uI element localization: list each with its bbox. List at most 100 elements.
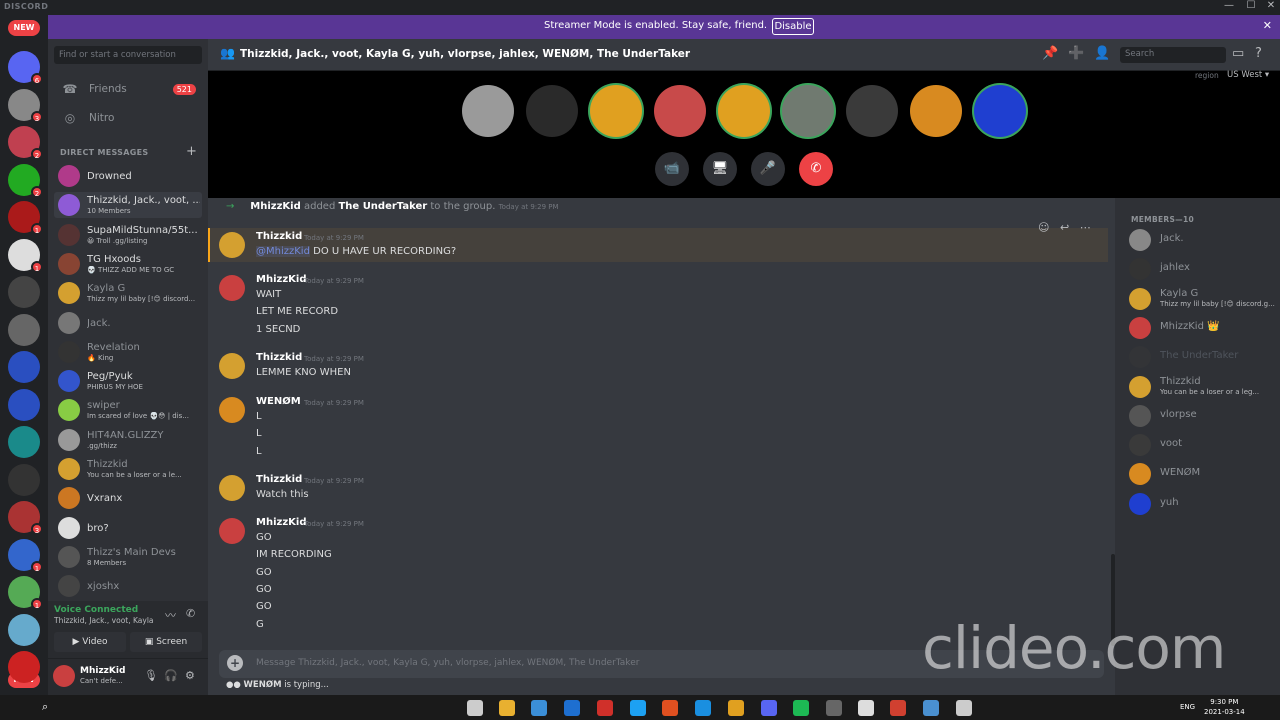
dm-item[interactable]: Jack.	[54, 310, 202, 336]
screen-share-button[interactable]: ▣ Screen	[130, 632, 202, 652]
member-item[interactable]: WENØM	[1129, 461, 1277, 487]
server-icon[interactable]	[8, 313, 40, 346]
clock[interactable]: 9:30 PM 2021-03-14	[1204, 697, 1245, 717]
end-call-button[interactable]: ✆	[799, 152, 833, 186]
call-participant-avatar[interactable]	[782, 85, 834, 137]
server-icon[interactable]: 1	[8, 201, 43, 235]
taskbar-app-icon[interactable]	[467, 700, 483, 716]
server-icon[interactable]	[8, 463, 40, 496]
taskbar-app-icon[interactable]	[499, 700, 515, 716]
dm-item[interactable]: Drowned	[54, 163, 202, 189]
user-mention[interactable]: @MhizzKid	[256, 246, 310, 257]
reply-icon[interactable]: ↩	[1060, 221, 1069, 234]
dm-item[interactable]: Thizzkid You can be a loser or a le...	[54, 456, 202, 482]
region-select[interactable]: US West ▾	[1227, 70, 1269, 80]
more-icon[interactable]: ⋯	[1080, 221, 1091, 234]
message-author[interactable]: Thizzkid	[256, 231, 302, 242]
dm-item[interactable]: SupaMildStunna/55t... 😀 Troll .gg/listing	[54, 222, 202, 248]
video-button[interactable]: ▶ Video	[54, 632, 126, 652]
member-item[interactable]: The UnderTaker	[1129, 344, 1277, 370]
server-icon[interactable]: 3	[8, 88, 43, 123]
language-indicator[interactable]: ENG	[1180, 703, 1195, 711]
create-dm-icon[interactable]: +	[186, 144, 197, 159]
taskbar-app-icon[interactable]	[597, 700, 613, 716]
member-list-icon[interactable]: 👤	[1094, 46, 1110, 61]
call-participant-avatar[interactable]	[526, 85, 578, 137]
taskbar-app-icon[interactable]	[761, 700, 777, 716]
dm-item[interactable]: Kayla G Thizz my lil baby [!😊 discord...	[54, 280, 202, 306]
taskbar-app-icon[interactable]	[890, 700, 906, 716]
taskbar-app-icon[interactable]	[728, 700, 744, 716]
member-item[interactable]: jahlex	[1129, 256, 1277, 282]
taskbar-app-icon[interactable]	[923, 700, 939, 716]
taskbar-app-icon[interactable]	[695, 700, 711, 716]
server-icon[interactable]: 3	[8, 501, 43, 535]
server-icon[interactable]	[8, 426, 40, 458]
server-icon[interactable]: 6	[8, 51, 43, 85]
attach-icon[interactable]: +	[227, 655, 243, 671]
add-reaction-icon[interactable]: ☺	[1038, 221, 1049, 234]
taskbar-app-icon[interactable]	[793, 700, 809, 716]
call-participant-avatar[interactable]	[462, 85, 514, 137]
friends-nav[interactable]: ☎ Friends 521	[56, 77, 200, 103]
new-unreads-pill[interactable]: NEW	[8, 20, 40, 36]
message-author[interactable]: MhizzKid	[256, 274, 306, 285]
dm-item[interactable]: swiper Im scared of love 💀😳 | dis...	[54, 397, 202, 423]
dm-item[interactable]: Vxranx	[54, 485, 202, 511]
nitro-nav[interactable]: ◎ Nitro	[56, 106, 200, 132]
server-icon[interactable]	[8, 613, 40, 646]
minimize-button[interactable]: —	[1218, 0, 1240, 11]
find-conversation-input[interactable]: Find or start a conversation	[54, 46, 202, 64]
member-item[interactable]: Kayla G Thizz my lil baby [!😊 discord.g..…	[1129, 286, 1277, 312]
member-item[interactable]: MhizzKid 👑	[1129, 315, 1277, 341]
member-item[interactable]: Jack.	[1129, 227, 1277, 253]
camera-button[interactable]: 📹	[655, 152, 689, 186]
microphone-icon[interactable]: 🎙	[144, 669, 158, 682]
help-icon[interactable]: ?	[1255, 46, 1262, 61]
call-participant-avatar[interactable]	[910, 85, 962, 137]
avatar[interactable]	[219, 232, 245, 258]
noise-suppression-icon[interactable]: 〰	[165, 607, 176, 623]
member-item[interactable]: Thizzkid You can be a loser or a leg...	[1129, 374, 1277, 400]
dm-item[interactable]: Peg/Pyuk PHIRUS MY HOE	[54, 368, 202, 394]
server-icon[interactable]: 2	[8, 163, 43, 198]
mute-button[interactable]: 🎤	[751, 152, 785, 186]
server-icon[interactable]	[8, 276, 40, 308]
taskbar-app-icon[interactable]	[630, 700, 646, 716]
search-input[interactable]: Search	[1120, 47, 1226, 63]
taskbar-app-icon[interactable]	[531, 700, 547, 716]
server-icon[interactable]: 1	[8, 238, 43, 273]
gear-icon[interactable]: ⚙	[185, 669, 195, 682]
inbox-icon[interactable]: ▭	[1232, 46, 1244, 61]
system-actor[interactable]: MhizzKid	[250, 201, 300, 212]
close-icon[interactable]: ✕	[1263, 19, 1272, 32]
server-icon[interactable]	[8, 388, 40, 421]
message-author[interactable]: Thizzkid	[256, 474, 302, 485]
message-author[interactable]: WENØM	[256, 396, 301, 407]
call-participant-avatar[interactable]	[974, 85, 1026, 137]
dm-item[interactable]: Thizz's Main Devs 8 Members	[54, 544, 202, 570]
disconnect-icon[interactable]: ✆	[186, 607, 195, 620]
server-icon[interactable]	[8, 351, 40, 383]
taskbar-app-icon[interactable]	[956, 700, 972, 716]
taskbar-app-icon[interactable]	[662, 700, 678, 716]
taskbar-app-icon[interactable]	[826, 700, 842, 716]
dm-item[interactable]: Thizzkid, Jack., voot, ... 10 Members	[54, 192, 202, 219]
avatar[interactable]	[219, 353, 245, 379]
dm-item[interactable]: xjoshx	[54, 573, 202, 599]
system-target[interactable]: The UnderTaker	[338, 201, 427, 212]
avatar[interactable]	[219, 475, 245, 501]
server-icon[interactable]	[8, 651, 40, 683]
server-icon[interactable]: 1	[8, 576, 43, 610]
screen-share-call-button[interactable]: 🖥	[703, 152, 737, 186]
dm-item[interactable]: HIT4AN.GLIZZY .gg/thizz	[54, 427, 202, 453]
message-author[interactable]: Thizzkid	[256, 352, 302, 363]
maximize-button[interactable]: ☐	[1240, 0, 1262, 11]
pin-icon[interactable]: 📌	[1042, 46, 1058, 61]
headphones-icon[interactable]: 🎧	[164, 669, 178, 682]
member-item[interactable]: voot	[1129, 432, 1277, 458]
disable-streamer-mode-button[interactable]: Disable	[772, 18, 814, 35]
dm-item[interactable]: Revelation 🔥 King	[54, 339, 202, 365]
message-input[interactable]: Message Thizzkid, Jack., voot, Kayla G, …	[256, 658, 639, 668]
member-item[interactable]: vlorpse	[1129, 403, 1277, 429]
